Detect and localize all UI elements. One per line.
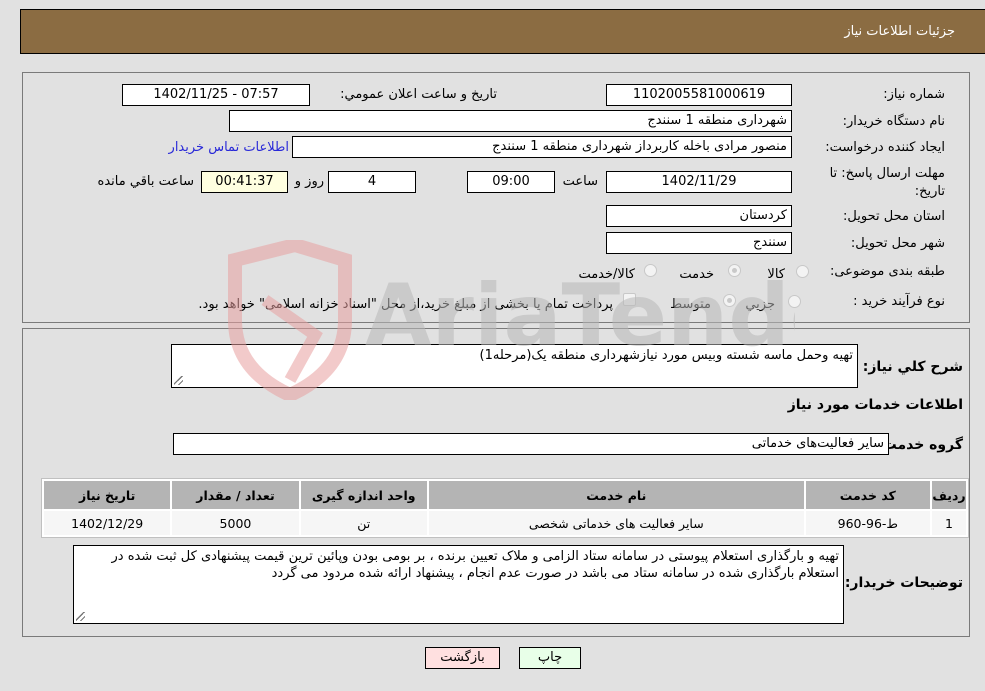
page-title: جزئیات اطلاعات نیاز — [844, 24, 955, 39]
category-option-goods-service: کالا/خدمت — [578, 267, 635, 282]
cell-row-number: 1 — [931, 511, 966, 535]
category-radio-service[interactable] — [728, 264, 741, 277]
need-details-panel: شماره نیاز: 1102005581000619 تاریخ و ساع… — [22, 72, 970, 323]
treasury-checkbox[interactable] — [623, 293, 636, 306]
page-header: جزئیات اطلاعات نیاز — [20, 9, 985, 54]
service-group-label: گروه خدمت: — [877, 437, 963, 453]
buyer-notes-textarea[interactable]: تهیه و بارگذاری استعلام پیوستی در سامانه… — [73, 545, 844, 624]
buyer-contact-link[interactable]: اطلاعات تماس خریدار — [169, 140, 289, 155]
services-section-title: اطلاعات خدمات مورد نیاز — [787, 397, 963, 413]
summary-textarea[interactable]: تهیه وحمل ماسه شسته وبیس مورد نیازشهردار… — [171, 344, 858, 388]
announce-date-field[interactable]: 1402/11/25 - 07:57 — [122, 84, 310, 106]
service-group-field[interactable]: سایر فعالیت‌های خدماتی — [173, 433, 889, 455]
category-radio-goods-service[interactable] — [644, 264, 657, 277]
deadline-time-label: ساعت — [562, 174, 598, 189]
process-radio-minor[interactable] — [788, 295, 801, 308]
buyer-notes-text: تهیه و بارگذاری استعلام پیوستی در سامانه… — [111, 549, 840, 581]
need-number-field[interactable]: 1102005581000619 — [606, 84, 792, 106]
summary-text: تهیه وحمل ماسه شسته وبیس مورد نیازشهردار… — [479, 348, 853, 363]
summary-label: شرح کلي نیاز: — [862, 359, 963, 375]
print-button[interactable]: چاپ — [519, 647, 581, 669]
days-label: روز و — [294, 174, 324, 189]
cell-need-date: 1402/12/29 — [44, 511, 171, 535]
resize-grip-icon[interactable] — [76, 612, 85, 621]
table-row: 1 ط-96-960 سایر فعالیت های خدماتی شخصی ت… — [44, 511, 966, 535]
category-option-service: خدمت — [679, 267, 714, 282]
col-header-need-date: تاریخ نیاز — [44, 481, 171, 509]
deadline-time-field[interactable]: 09:00 — [467, 171, 555, 193]
process-option-medium: متوسط — [670, 297, 711, 312]
requester-field[interactable]: منصور مرادی باخله کاربرداز شهرداری منطقه… — [292, 136, 792, 158]
cell-quantity: 5000 — [172, 511, 299, 535]
cell-service-code: ط-96-960 — [805, 511, 930, 535]
buyer-org-field[interactable]: شهرداری منطقه 1 سنندج — [229, 110, 792, 132]
back-button[interactable]: بازگشت — [425, 647, 500, 669]
days-remaining-field[interactable]: 4 — [328, 171, 416, 193]
treasury-note: پرداخت تمام یا بخشی از مبلغ خرید،از محل … — [198, 297, 613, 312]
process-radio-medium[interactable] — [723, 294, 736, 307]
category-label: طبقه بندی موضوعی: — [829, 264, 945, 279]
city-field[interactable]: سنندج — [606, 232, 792, 254]
deadline-label-line1: مهلت ارسال پاسخ: تا — [829, 166, 945, 181]
remaining-time-label: ساعت باقي مانده — [97, 174, 194, 189]
announce-date-label: تاریخ و ساعت اعلان عمومي: — [340, 87, 497, 102]
col-header-quantity: تعداد / مقدار — [172, 481, 299, 509]
col-header-unit: واحد اندازه گیری — [300, 481, 427, 509]
deadline-label-line2: تاریخ: — [914, 184, 945, 199]
category-radio-goods[interactable] — [796, 265, 809, 278]
city-label: شهر محل تحویل: — [850, 236, 945, 251]
col-header-service-code: کد خدمت — [805, 481, 930, 509]
col-header-row-number: ردیف — [931, 481, 966, 509]
process-option-minor: جزيي — [745, 297, 775, 312]
province-field[interactable]: کردستان — [606, 205, 792, 227]
services-panel: شرح کلي نیاز: تهیه وحمل ماسه شسته وبیس م… — [22, 328, 970, 637]
cell-unit: تن — [300, 511, 427, 535]
category-option-goods: کالا — [767, 267, 785, 282]
buyer-org-label: نام دستگاه خریدار: — [842, 114, 945, 129]
process-type-label: نوع فرآیند خرید : — [853, 294, 945, 309]
buyer-notes-label: توضیحات خریدار: — [844, 575, 963, 591]
province-label: استان محل تحویل: — [843, 209, 945, 224]
services-table: ردیف کد خدمت نام خدمت واحد اندازه گیری ت… — [41, 478, 969, 538]
remaining-time-field: 00:41:37 — [201, 171, 288, 193]
col-header-service-name: نام خدمت — [428, 481, 804, 509]
table-header-row: ردیف کد خدمت نام خدمت واحد اندازه گیری ت… — [44, 481, 966, 509]
resize-grip-icon[interactable] — [174, 376, 183, 385]
deadline-date-field[interactable]: 1402/11/29 — [606, 171, 792, 193]
cell-service-name: سایر فعالیت های خدماتی شخصی — [428, 511, 804, 535]
requester-label: ایجاد کننده درخواست: — [825, 140, 945, 155]
need-number-label: شماره نیاز: — [883, 87, 945, 102]
